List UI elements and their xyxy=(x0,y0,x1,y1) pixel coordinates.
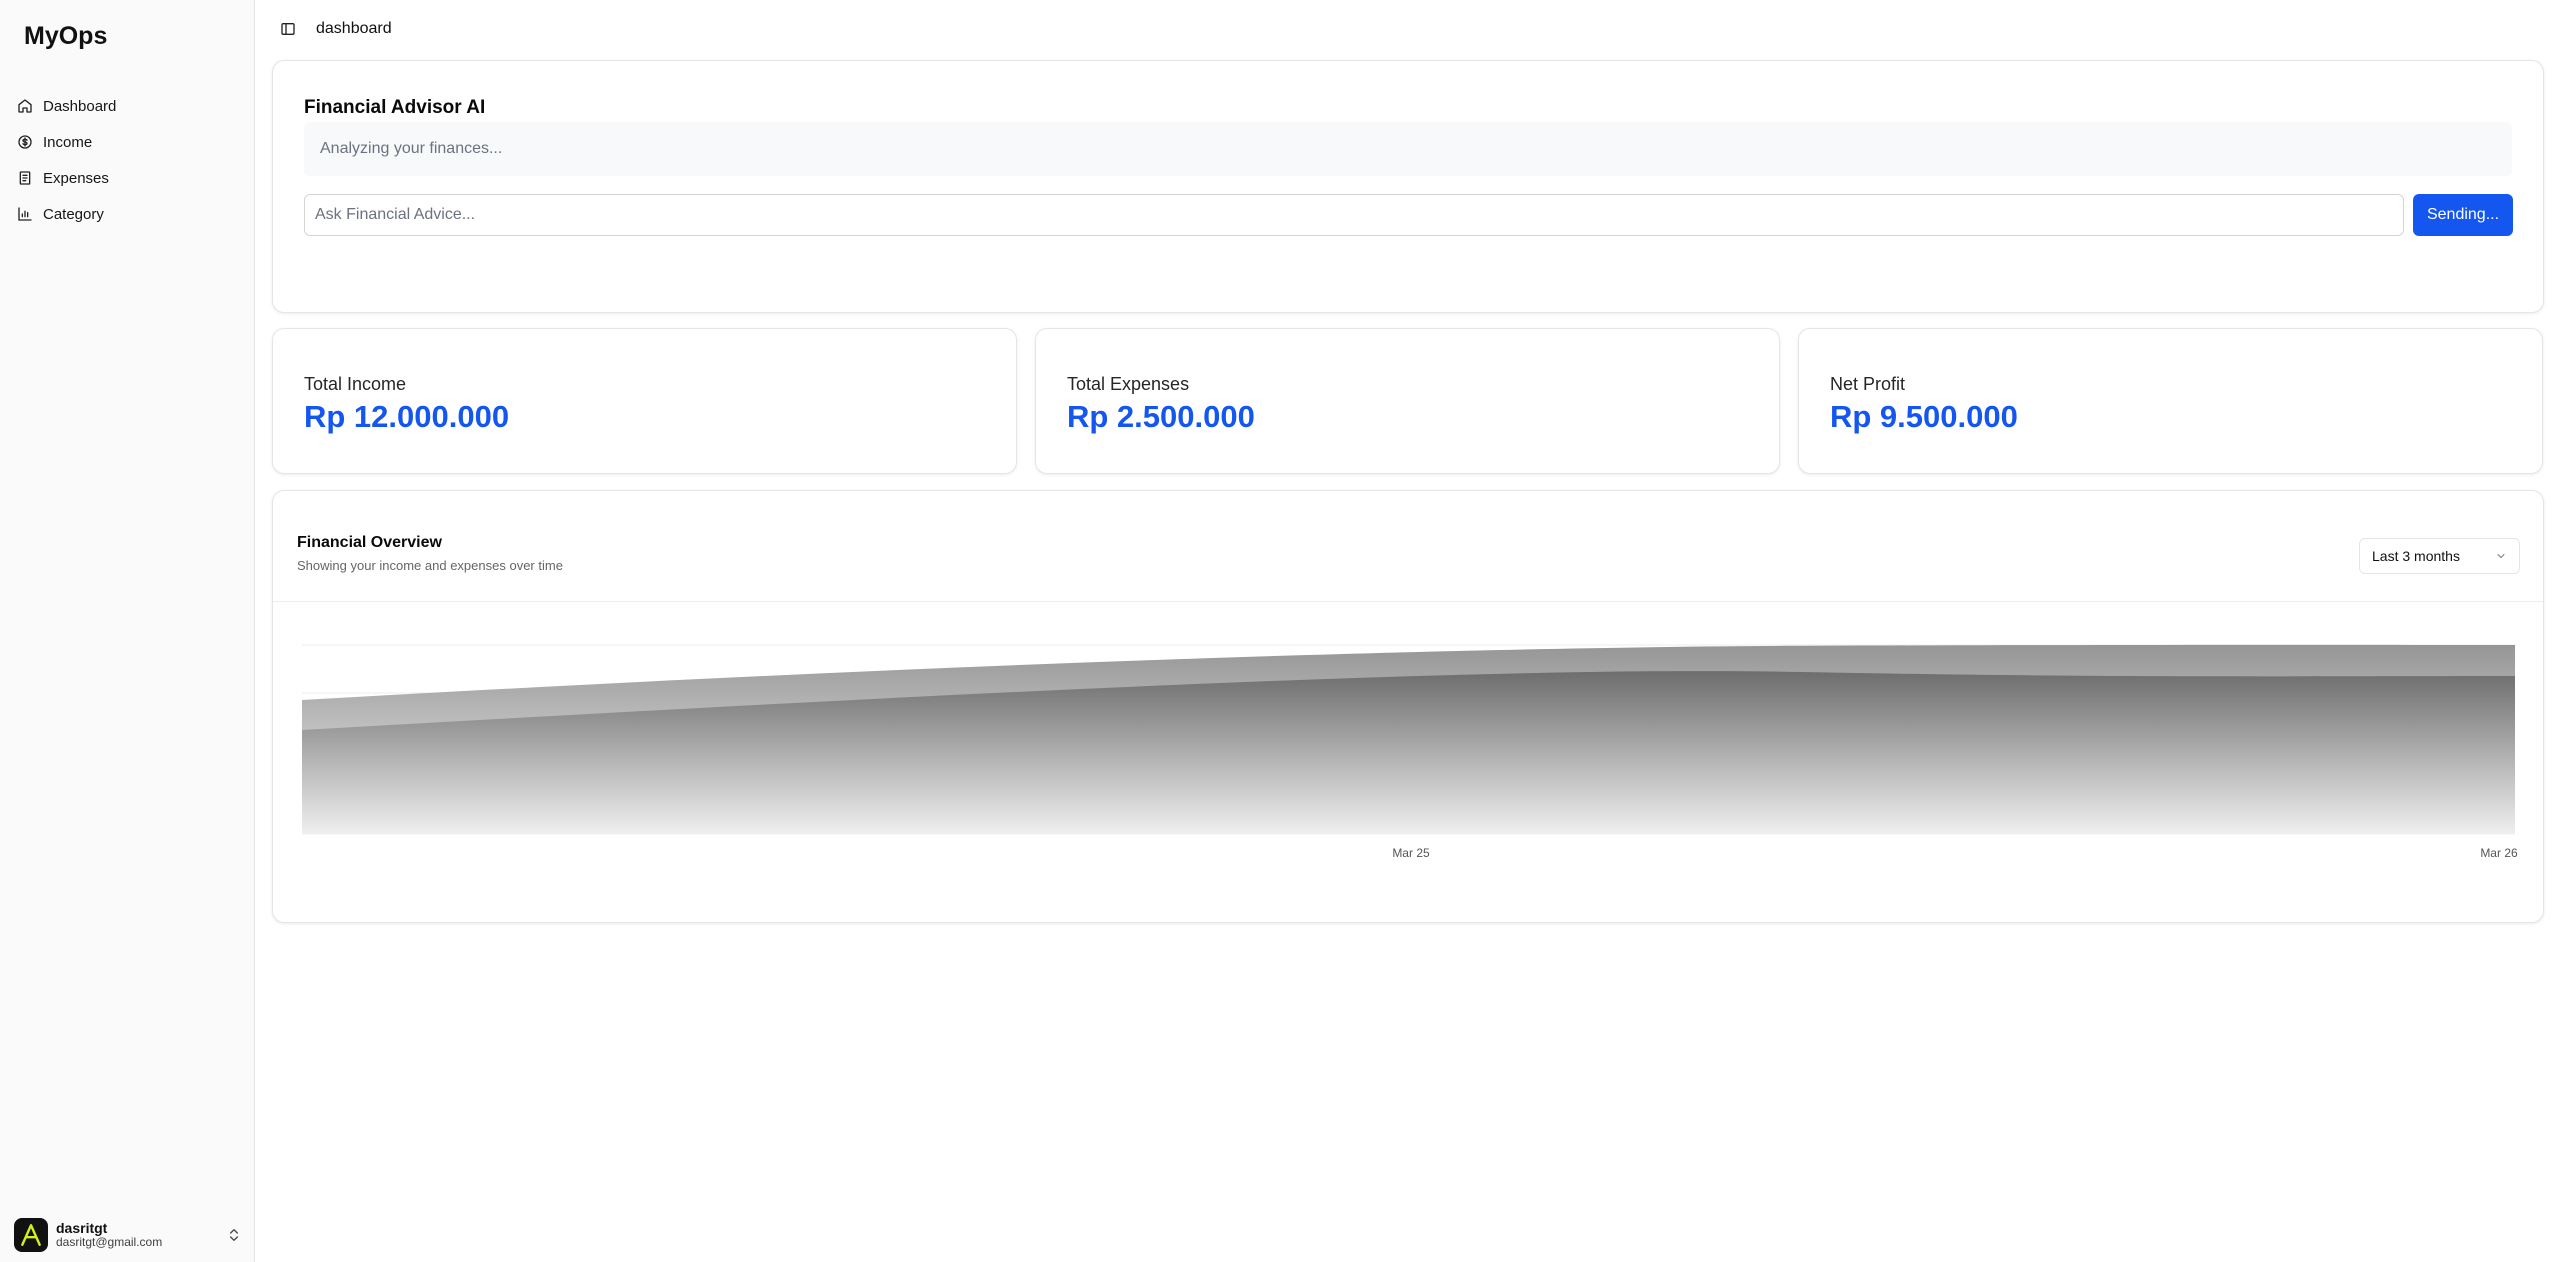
sidebar-nav: Dashboard Income Expenses Category xyxy=(12,88,242,232)
user-logo-icon xyxy=(21,1224,41,1246)
financial-advisor-card: Financial Advisor AI Analyzing your fina… xyxy=(272,60,2544,313)
net-profit-card: Net Profit Rp 9.500.000 xyxy=(1798,328,2543,474)
chart-subtitle: Showing your income and expenses over ti… xyxy=(297,558,563,573)
area-chart: Mar 25 Mar 26 xyxy=(302,644,2518,860)
topbar: dashboard xyxy=(256,0,2555,58)
sidebar-item-label: Dashboard xyxy=(43,97,117,115)
sidebar-item-label: Income xyxy=(43,133,93,151)
total-expenses-card: Total Expenses Rp 2.500.000 xyxy=(1035,328,1780,474)
sidebar-item-label: Expenses xyxy=(43,169,109,187)
bar-chart-icon xyxy=(17,206,33,222)
panel-left-icon xyxy=(281,23,295,35)
chevron-up-down-icon[interactable] xyxy=(226,1227,242,1243)
total-income-card: Total Income Rp 12.000.000 xyxy=(272,328,1017,474)
financial-overview-card: Financial Overview Showing your income a… xyxy=(272,490,2544,923)
chevron-down-icon xyxy=(2497,554,2505,559)
x-tick-label: Mar 25 xyxy=(1392,846,1430,860)
avatar xyxy=(14,1218,48,1252)
chart-title: Financial Overview xyxy=(297,534,442,551)
advisor-response-box: Analyzing your finances... xyxy=(304,122,2512,176)
receipt-icon xyxy=(17,170,33,186)
send-button[interactable]: Sending... xyxy=(2413,194,2513,236)
stat-value: Rp 9.500.000 xyxy=(1830,399,2018,434)
advisor-title: Financial Advisor AI xyxy=(304,97,486,118)
stat-label: Net Profit xyxy=(1830,374,1906,394)
sidebar-item-category[interactable]: Category xyxy=(12,196,242,232)
app-brand: MyOps xyxy=(24,22,108,50)
sidebar-item-label: Category xyxy=(43,205,104,223)
stat-label: Total Income xyxy=(304,374,407,394)
advisor-status-text: Analyzing your finances... xyxy=(320,140,503,157)
stat-label: Total Expenses xyxy=(1067,374,1190,394)
dollar-circle-icon xyxy=(17,134,33,150)
stat-value: Rp 2.500.000 xyxy=(1067,399,1255,434)
user-menu[interactable]: dasritgt dasritgt@gmail.com xyxy=(14,1214,242,1256)
range-select[interactable]: Last 3 months xyxy=(2359,538,2520,574)
user-email: dasritgt@gmail.com xyxy=(56,1235,163,1250)
x-tick-label: Mar 26 xyxy=(2480,846,2518,860)
stat-value: Rp 12.000.000 xyxy=(304,399,510,434)
advice-input[interactable] xyxy=(304,194,2404,236)
sidebar-item-income[interactable]: Income xyxy=(12,124,242,160)
sidebar-toggle-button[interactable] xyxy=(276,17,300,41)
sidebar: MyOps Dashboard Income Expenses Category xyxy=(0,0,255,1262)
user-name: dasritgt xyxy=(56,1220,108,1237)
range-select-value: Last 3 months xyxy=(2372,548,2460,564)
sidebar-item-expenses[interactable]: Expenses xyxy=(12,160,242,196)
sidebar-item-dashboard[interactable]: Dashboard xyxy=(12,88,242,124)
breadcrumb: dashboard xyxy=(316,20,392,37)
home-icon xyxy=(17,98,33,114)
